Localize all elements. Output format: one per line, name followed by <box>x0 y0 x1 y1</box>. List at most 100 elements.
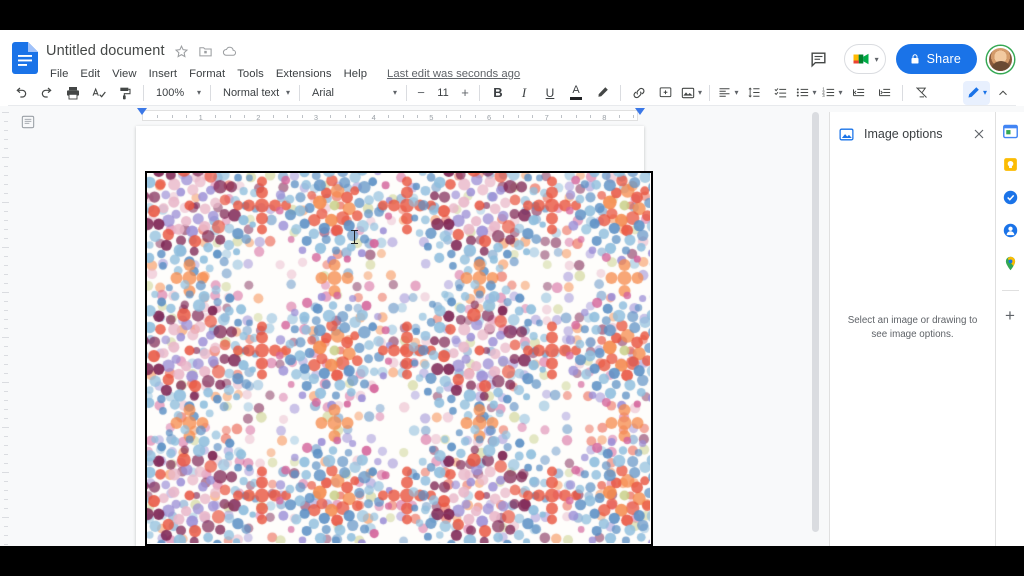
panel-close-button[interactable] <box>971 126 987 142</box>
google-tasks-icon[interactable] <box>1001 188 1019 206</box>
document-outline-toggle[interactable] <box>17 111 39 133</box>
right-indent-marker[interactable] <box>635 108 645 115</box>
toolbar-divider <box>210 84 211 101</box>
bold-button[interactable]: B <box>486 81 510 105</box>
ruler-tick <box>186 115 188 118</box>
chevron-down-icon: ▾ <box>697 88 702 97</box>
vruler-tick <box>4 373 8 374</box>
collapse-toolbar-button[interactable] <box>991 81 1015 105</box>
text-color-swatch <box>570 97 582 100</box>
vruler-tick <box>4 454 8 455</box>
text-color-button[interactable]: A <box>564 81 588 105</box>
ruler-tick <box>532 115 534 118</box>
paragraph-style-select[interactable]: Normal text ▾ <box>216 82 294 104</box>
google-docs-window: Untitled document File Edit View Insert … <box>0 30 1024 546</box>
line-spacing-icon <box>748 87 759 98</box>
zoom-select[interactable]: 100% ▾ <box>149 82 205 104</box>
horizontal-ruler[interactable]: 1 2 3 4 5 6 7 8 <box>136 106 645 126</box>
line-spacing-button[interactable] <box>742 81 766 105</box>
zoom-value: 100% <box>156 86 185 99</box>
ruler-tick <box>157 115 159 118</box>
italic-button[interactable]: I <box>512 81 536 105</box>
ruler-tick <box>517 115 519 118</box>
clear-formatting-button[interactable] <box>909 81 933 105</box>
ruler-number: 5 <box>429 112 434 122</box>
font-size-decrease-button[interactable]: − <box>412 83 430 103</box>
toolbar-divider <box>479 84 480 101</box>
left-indent-marker[interactable] <box>137 108 147 115</box>
google-calendar-icon[interactable] <box>1001 122 1019 140</box>
vruler-tick <box>4 355 8 356</box>
paint-format-icon <box>120 87 131 99</box>
ruler-tick <box>561 115 563 118</box>
editing-mode-button[interactable]: ▾ <box>962 80 990 105</box>
decrease-indent-button[interactable] <box>846 81 870 105</box>
vertical-scrollbar[interactable] <box>812 112 819 532</box>
checklist-button[interactable] <box>768 81 792 105</box>
vruler-tick <box>4 130 8 131</box>
font-family-select[interactable]: Arial ▾ <box>305 82 401 104</box>
spellcheck-icon <box>92 87 106 98</box>
add-comment-button[interactable] <box>653 81 677 105</box>
move-to-folder-icon[interactable] <box>198 44 213 59</box>
share-button[interactable]: Share <box>895 44 977 74</box>
chevron-down-icon: ▾ <box>196 88 201 97</box>
google-contacts-icon[interactable] <box>1001 221 1019 239</box>
font-size-value[interactable]: 11 <box>430 87 456 99</box>
paint-format-button[interactable] <box>113 81 137 105</box>
google-meet-button[interactable]: ▾ <box>843 44 886 74</box>
page-title[interactable]: Untitled document <box>46 43 165 59</box>
redo-icon <box>41 87 52 98</box>
chevron-down-icon: ▾ <box>392 88 397 97</box>
vruler-tick <box>4 166 8 167</box>
share-label: Share <box>926 52 961 66</box>
vruler-tick <box>4 436 8 437</box>
cloud-saved-icon[interactable] <box>222 44 237 59</box>
vruler-tick <box>4 148 8 149</box>
print-button[interactable] <box>61 81 85 105</box>
document-page[interactable] <box>136 126 653 546</box>
google-docs-logo-icon[interactable] <box>12 42 38 74</box>
insert-link-button[interactable] <box>627 81 651 105</box>
numbered-list-button[interactable]: 1 2 3 ▾ <box>820 81 844 105</box>
vruler-tick <box>2 337 9 338</box>
spellcheck-button[interactable] <box>87 81 111 105</box>
insert-image-button[interactable]: ▾ <box>679 81 703 105</box>
svg-text:3: 3 <box>823 93 826 98</box>
vruler-tick <box>4 400 8 401</box>
ruler-tick <box>388 115 390 118</box>
last-edit-status[interactable]: Last edit was seconds ago <box>387 68 520 80</box>
account-avatar[interactable] <box>987 45 1014 73</box>
comment-history-button[interactable] <box>804 44 834 74</box>
google-keep-icon[interactable] <box>1001 155 1019 173</box>
vruler-tick <box>4 535 8 536</box>
add-addon-button[interactable]: + <box>1001 306 1019 325</box>
vruler-tick <box>4 184 8 185</box>
chevron-down-icon: ▾ <box>838 88 843 97</box>
vruler-tick <box>4 193 8 194</box>
undo-button[interactable] <box>9 81 33 105</box>
bulleted-list-button[interactable]: ▾ <box>794 81 818 105</box>
formatting-toolbar: 100% ▾ Normal text ▾ Arial ▾ − 11 + B I … <box>8 80 1016 106</box>
collapse-toolbar-chevron-icon <box>999 90 1007 95</box>
kaleidoscope-mandala-pattern[interactable] <box>145 171 653 546</box>
add-comment-icon <box>659 87 671 98</box>
star-icon[interactable] <box>174 44 189 59</box>
increase-indent-button[interactable] <box>872 81 896 105</box>
redo-button[interactable] <box>35 81 59 105</box>
vruler-tick <box>4 256 8 257</box>
print-icon <box>67 86 79 99</box>
google-maps-icon[interactable] <box>1001 254 1019 272</box>
comment-history-icon <box>811 51 826 68</box>
ruler-tick <box>272 115 274 118</box>
side-app-rail: + <box>995 112 1024 546</box>
font-size-increase-button[interactable]: + <box>456 83 474 103</box>
image-options-icon <box>839 128 854 140</box>
highlight-color-button[interactable] <box>590 81 614 105</box>
align-button[interactable]: ▾ <box>716 81 740 105</box>
document-outline-icon <box>21 115 35 129</box>
underline-button[interactable]: U <box>538 81 562 105</box>
ruler-number: 1 <box>198 112 203 122</box>
panel-empty-message: Select an image or drawing to see image … <box>847 315 978 341</box>
vruler-tick <box>4 418 8 419</box>
